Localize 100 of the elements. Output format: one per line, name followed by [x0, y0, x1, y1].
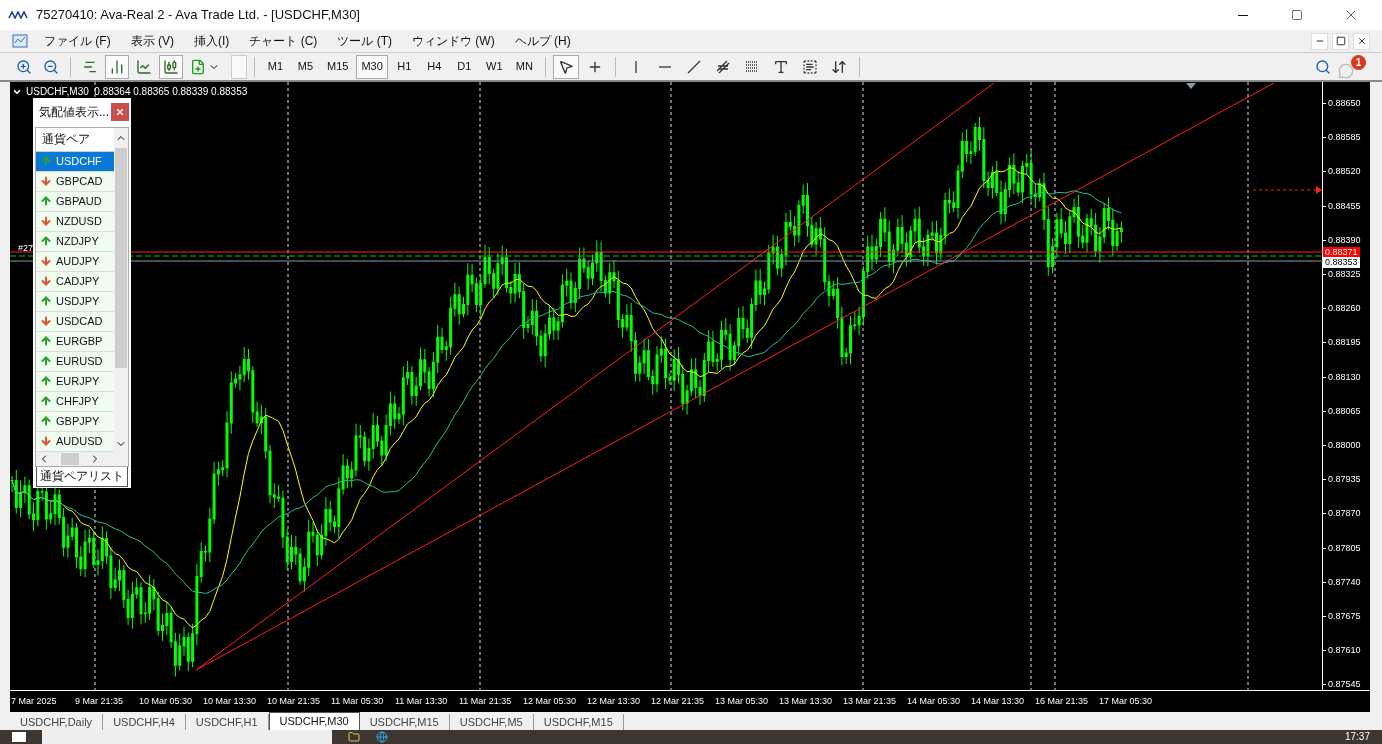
timeframe-button[interactable]: M1 — [262, 54, 289, 79]
close-icon — [1356, 36, 1367, 46]
time-label: 12 Mar 13:30 — [587, 694, 642, 708]
new-chart-icon — [190, 58, 206, 75]
up-arrow-icon — [40, 235, 52, 248]
currency-pair-row[interactable]: GBPAUD — [36, 192, 114, 212]
chart-window-icon — [12, 33, 28, 49]
currency-pair: GBPJPY — [56, 414, 100, 430]
close-icon — [115, 107, 125, 118]
currency-pair: CHFJPY — [56, 394, 99, 410]
price-label: 0.87610 — [1328, 646, 1361, 656]
currency-pair-row[interactable]: AUDUSD — [36, 432, 114, 452]
order-label: #27 — [18, 244, 34, 253]
currency-pair-row[interactable]: GBPCAD — [36, 172, 114, 192]
chart-header: USDCHF,M30 0.88364 0.88365 0.88339 0.88353 — [26, 85, 248, 99]
panel-close-button[interactable] — [111, 103, 129, 122]
taskbar-search-field[interactable] — [42, 730, 332, 744]
timeframe-button[interactable]: W1 — [480, 54, 508, 79]
timeframe-button[interactable]: M30 — [356, 54, 388, 79]
currency-pair: AUDJPY — [56, 254, 100, 270]
zoom-out-icon — [43, 58, 59, 75]
cursor-icon — [557, 58, 574, 75]
time-label: 9 Mar 21:35 — [75, 694, 125, 708]
chart-toggle-button[interactable] — [105, 54, 129, 79]
price-label: 0.88650 — [1328, 99, 1361, 108]
time-label: 17 Mar 05:30 — [1099, 694, 1154, 708]
app-logo-icon — [8, 11, 28, 19]
currency-pair-row[interactable]: EURGBP — [36, 332, 114, 352]
price-label: 0.88130 — [1328, 372, 1361, 382]
chart-tab[interactable]: USDCHF,M30 — [268, 712, 360, 730]
down-arrow-icon — [40, 315, 52, 328]
time-label: 13 Mar 13:30 — [779, 694, 834, 708]
trend-line-icon — [685, 58, 702, 75]
time-label: 14 Mar 13:30 — [971, 694, 1026, 708]
timeframe-button[interactable]: M15 — [322, 54, 354, 79]
vertical-line-icon — [634, 60, 637, 73]
menu-item[interactable]: ウィンドウ (W) — [404, 32, 503, 50]
currency-pair-row[interactable]: EURJPY — [36, 372, 114, 392]
menu-item[interactable]: 表示 (V) — [122, 32, 182, 50]
menu-item[interactable]: ツール (T) — [329, 32, 400, 50]
search-icon — [1315, 58, 1331, 75]
chart-toggle-button[interactable] — [159, 54, 183, 79]
currency-pair-row[interactable]: USDCAD — [36, 312, 114, 332]
timeframe-button[interactable]: H1 — [390, 54, 418, 79]
currency-pair-row[interactable]: AUDJPY — [36, 252, 114, 272]
text-label-icon — [801, 58, 818, 75]
child-minimize-button[interactable] — [1311, 32, 1328, 50]
time-label: 12 Mar 05:30 — [523, 694, 578, 708]
time-label: 16 Mar 21:35 — [1035, 694, 1090, 708]
timeframe-button[interactable]: H4 — [420, 54, 448, 79]
notifications-button[interactable]: 1 — [1338, 54, 1366, 79]
time-label: 14 Mar 05:30 — [907, 694, 962, 708]
down-arrow-icon — [40, 255, 52, 268]
price-label: 0.88390 — [1328, 235, 1361, 245]
browser-icon[interactable] — [376, 731, 388, 743]
child-restore-button[interactable] — [1332, 32, 1349, 50]
price-label: 0.87675 — [1328, 612, 1361, 621]
currency-pair-row[interactable]: GBPJPY — [36, 412, 114, 432]
currency-pair: EURUSD — [56, 354, 103, 370]
vertical-scrollbar[interactable] — [114, 128, 128, 452]
currency-pair: NZDJPY — [56, 234, 99, 250]
price-label: 0.88260 — [1328, 304, 1361, 314]
timeframe-button[interactable]: M5 — [292, 54, 319, 79]
auto-scroll-icon — [109, 58, 125, 75]
menu-item[interactable]: ファイル (F) — [36, 32, 119, 50]
currency-pair: GBPCAD — [56, 174, 103, 190]
time-label: 10 Mar 13:30 — [203, 694, 258, 708]
currency-pair-row[interactable]: CHFJPY — [36, 392, 114, 412]
menu-item[interactable]: チャート (C) — [241, 32, 326, 50]
down-arrow-icon — [40, 175, 52, 188]
window-title: 75270410: Ava-Real 2 - Ava Trade Ltd. - [USDCHF,M30] — [36, 6, 361, 25]
time-label: 12 Mar 21:35 — [651, 694, 706, 708]
currency-pair-row[interactable]: USDJPY — [36, 292, 114, 312]
menu-item[interactable]: 挿入(I) — [186, 32, 238, 50]
maximize-icon — [1291, 9, 1303, 21]
currency-pair-row[interactable]: NZDUSD — [36, 212, 114, 232]
candlestick-icon — [163, 58, 179, 75]
up-arrow-icon — [40, 395, 52, 408]
price-label: 0.88325 — [1328, 270, 1361, 279]
time-label: 11 Mar 05:30 — [331, 694, 385, 708]
currency-pair-row[interactable]: CADJPY — [36, 272, 114, 292]
up-arrow-icon — [40, 415, 52, 428]
currency-pair: AUDUSD — [56, 434, 103, 450]
price-label: 0.88000 — [1328, 441, 1361, 450]
folder-icon[interactable] — [348, 731, 360, 743]
timeframe-button[interactable]: D1 — [450, 54, 478, 79]
panel-tab[interactable]: 通貨ペアリスト — [36, 467, 128, 487]
menu-item[interactable]: ヘルプ (H) — [506, 32, 579, 50]
currency-pair: NZDUSD — [56, 214, 102, 230]
up-arrow-icon — [40, 295, 52, 308]
drawing-tool-button[interactable] — [552, 54, 579, 79]
timeframe-button[interactable]: MN — [510, 54, 538, 79]
currency-pair-row[interactable]: EURUSD — [36, 352, 114, 372]
child-close-button[interactable] — [1353, 32, 1370, 50]
down-arrow-icon — [40, 275, 52, 288]
empty-toolbar-slot — [231, 54, 247, 79]
currency-pair-row[interactable]: USDCHF — [36, 152, 114, 172]
currency-pair-row[interactable]: NZDJPY — [36, 232, 114, 252]
time-label: 11 Mar 21:35 — [459, 694, 513, 708]
chat-bubble-icon — [1338, 62, 1354, 79]
